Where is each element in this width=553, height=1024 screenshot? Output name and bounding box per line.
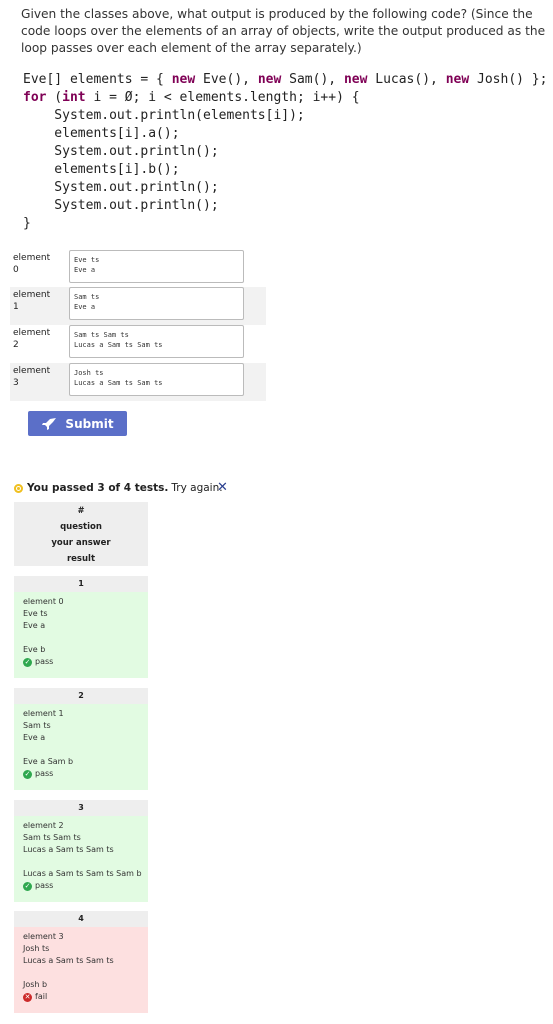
test-answer: Sam ts Eve a	[23, 721, 51, 742]
answer-label: element 0	[13, 253, 51, 275]
test-result: pass	[35, 881, 54, 890]
code-text: Sam(),	[281, 72, 344, 87]
answer-field[interactable]: Eve ts Eve a	[69, 250, 244, 283]
test-answer-extra: Eve b	[23, 645, 46, 654]
code-text: (	[46, 90, 63, 105]
code-keyword: new	[445, 72, 470, 87]
code-keyword: int	[62, 90, 86, 105]
test-result: pass	[35, 657, 54, 666]
test-answer-extra: Eve a Sam b	[23, 757, 74, 766]
test-result: pass	[35, 769, 54, 778]
x-circle-icon: ✕	[23, 992, 32, 1002]
submit-button[interactable]: Submit	[28, 411, 127, 436]
answer-label: element 1	[13, 290, 51, 312]
test-answer: Sam ts Sam ts Lucas a Sam ts Sam ts	[23, 833, 114, 854]
test-answer: Eve ts Eve a	[23, 609, 48, 630]
code-text: Josh() };	[469, 72, 548, 87]
answer-label: element 3	[13, 366, 51, 388]
warning-dot-icon	[14, 483, 23, 493]
test-row: 2 element 1 Sam ts Eve a Eve a Sam b ✓ pa…	[14, 688, 148, 790]
test-number: 3	[14, 800, 148, 816]
header-number: #	[77, 506, 85, 516]
test-answer-extra: Josh b	[23, 980, 48, 989]
test-row: 4 element 3 Josh ts Lucas a Sam ts Sam t…	[14, 911, 148, 1013]
answer-row: element 3 Josh ts Lucas a Sam ts Sam ts	[10, 363, 266, 401]
test-question: element 0	[23, 597, 64, 606]
code-text: Eve[] elements = {	[23, 72, 172, 87]
test-question: element 3	[23, 932, 64, 941]
answer-label: element 2	[13, 328, 51, 350]
answer-field[interactable]: Sam ts Eve a	[69, 287, 244, 320]
test-answer: Josh ts Lucas a Sam ts Sam ts	[23, 944, 114, 965]
code-keyword: new	[171, 72, 196, 87]
code-listing: Eve[] elements = { new Eve(), new Sam(),…	[23, 71, 547, 233]
rocket-icon	[42, 417, 57, 430]
code-keyword: new	[257, 72, 282, 87]
test-row: 1 element 0 Eve ts Eve a Eve b ✓ pass	[14, 576, 148, 678]
results-header: # question your answer result	[14, 502, 148, 566]
header-question: question	[60, 522, 102, 532]
code-body: System.out.println(elements[i]); element…	[23, 108, 305, 231]
check-circle-icon: ✓	[23, 657, 32, 667]
code-text: i = Ø; i < elements.length; i++) {	[85, 90, 360, 105]
test-question: element 1	[23, 709, 64, 718]
answer-row: element 0 Eve ts Eve a	[10, 250, 266, 288]
close-icon[interactable]: ✕	[217, 480, 228, 495]
header-answer: your answer	[51, 538, 111, 548]
code-keyword: new	[343, 72, 368, 87]
test-question: element 2	[23, 821, 64, 830]
answer-row: element 1 Sam ts Eve a	[10, 287, 266, 325]
test-answer-extra: Lucas a Sam ts Sam ts Sam b	[23, 869, 142, 878]
test-result: fail	[35, 992, 48, 1001]
submit-label: Submit	[65, 416, 114, 431]
answer-field[interactable]: Josh ts Lucas a Sam ts Sam ts	[69, 363, 244, 396]
answer-row: element 2 Sam ts Sam ts Lucas a Sam ts S…	[10, 325, 266, 363]
code-keyword: for	[23, 90, 47, 105]
header-result: result	[66, 554, 96, 564]
test-number: 1	[14, 576, 148, 592]
check-circle-icon: ✓	[23, 881, 32, 891]
test-number: 4	[14, 911, 148, 927]
test-row: 3 element 2 Sam ts Sam ts Lucas a Sam ts…	[14, 800, 148, 902]
check-circle-icon: ✓	[23, 769, 32, 779]
test-status: You passed 3 of 4 tests. Try again.	[14, 482, 223, 494]
status-summary: You passed 3 of 4 tests.	[27, 482, 169, 494]
status-hint: Try again.	[171, 482, 223, 494]
answer-field[interactable]: Sam ts Sam ts Lucas a Sam ts Sam ts	[69, 325, 244, 358]
test-number: 2	[14, 688, 148, 704]
code-text: Lucas(),	[367, 72, 446, 87]
problem-prompt: Given the classes above, what output is …	[21, 7, 546, 55]
code-text: Eve(),	[195, 72, 258, 87]
